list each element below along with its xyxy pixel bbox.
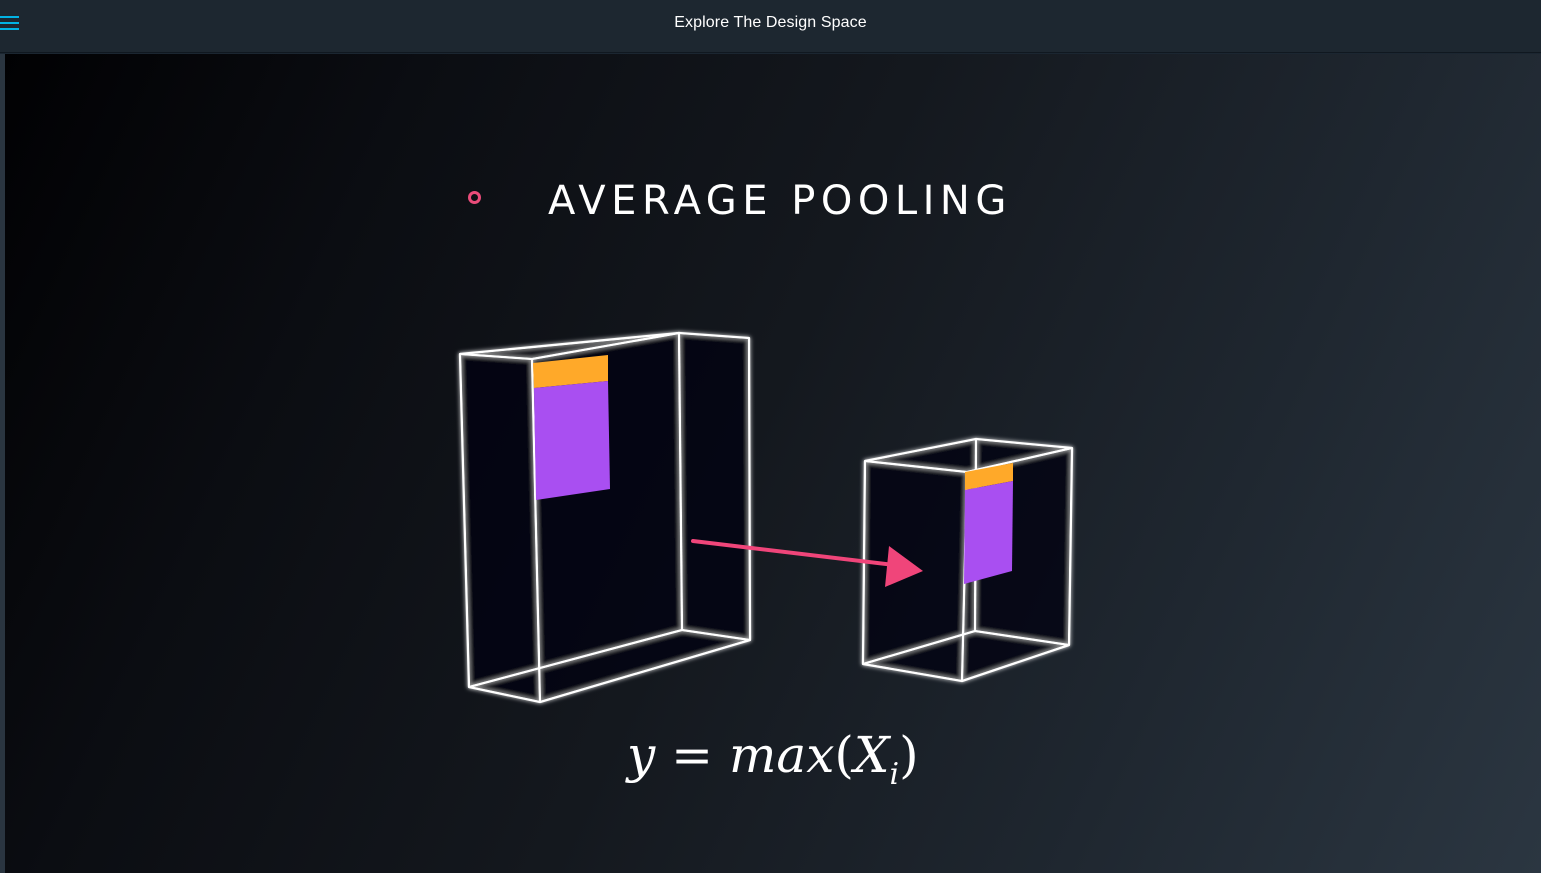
output-highlight-body [964, 481, 1013, 584]
formula-function: max [728, 726, 835, 784]
formula-y: y [627, 726, 656, 784]
top-bar: Explore The Design Space [0, 0, 1541, 53]
formula: y = max(Xi) [627, 726, 919, 792]
formula-open-paren: ( [834, 726, 854, 784]
video-frame[interactable]: AVERAGE POOLING y = max(Xi) [5, 54, 1541, 873]
formula-equals: = [671, 726, 714, 784]
formula-close-paren: ) [899, 726, 919, 784]
page-title: Explore The Design Space [674, 14, 867, 31]
formula-variable: X [853, 726, 890, 784]
formula-subscript: i [889, 757, 900, 792]
input-highlight-body [534, 381, 610, 500]
